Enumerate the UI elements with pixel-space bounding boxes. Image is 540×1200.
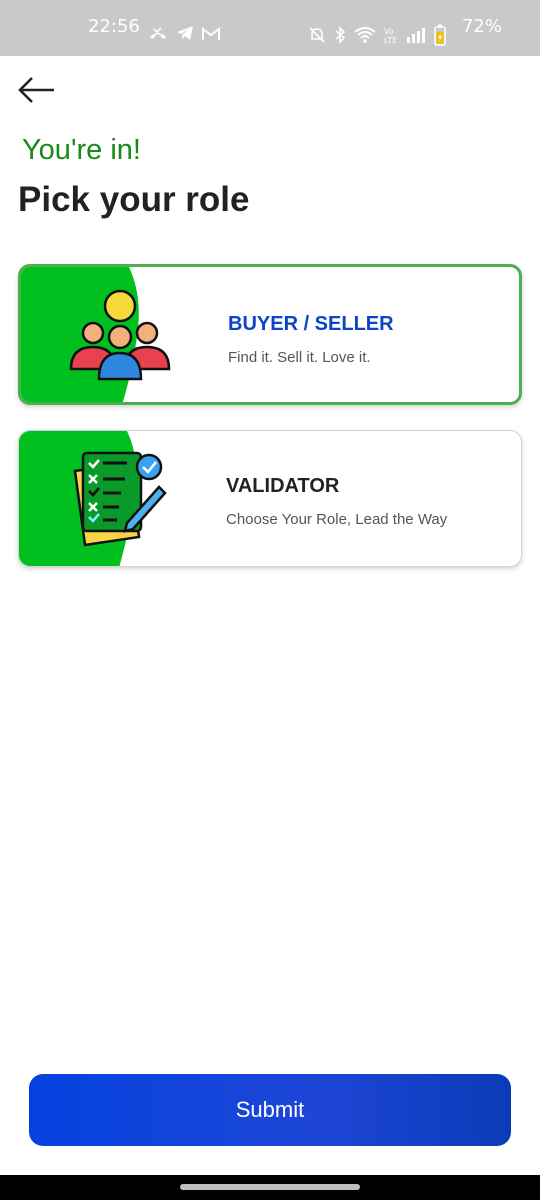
arrow-left-icon (16, 75, 56, 110)
wifi-icon (354, 27, 376, 47)
checklist-icon (69, 449, 169, 554)
svg-text:Vo: Vo (384, 27, 394, 36)
mute-icon (308, 26, 326, 48)
role-card-validator[interactable]: VALIDATOR Choose Your Role, Lead the Way (18, 430, 522, 567)
signal-icon (406, 27, 426, 47)
role-name: BUYER / SELLER (228, 313, 394, 335)
gmail-icon (202, 26, 220, 45)
role-description: Find it. Sell it. Love it. (228, 349, 371, 366)
home-gesture-handle[interactable] (180, 1184, 360, 1190)
battery-icon (434, 24, 446, 50)
back-button[interactable] (14, 72, 58, 112)
role-name: VALIDATOR (226, 475, 340, 497)
svg-text:LTE: LTE (384, 36, 397, 44)
role-card-buyer-seller[interactable]: BUYER / SELLER Find it. Sell it. Love it… (18, 264, 522, 405)
role-description: Choose Your Role, Lead the Way (226, 511, 448, 528)
missed-call-icon (148, 26, 168, 45)
page-title: Pick your role (18, 180, 250, 219)
navigation-bar (0, 1175, 540, 1200)
telegram-icon (176, 25, 194, 45)
status-time: 22:56 (88, 16, 140, 37)
battery-percent: 72% (461, 16, 502, 37)
people-group-icon (69, 289, 171, 388)
welcome-subtitle: You're in! (22, 134, 141, 166)
volte-icon: Vo LTE (384, 26, 398, 48)
status-bar: 22:56 Vo LTE 72% (0, 0, 540, 56)
submit-button[interactable]: Submit (29, 1074, 511, 1146)
bluetooth-icon (334, 26, 346, 48)
status-left-icons (148, 25, 220, 45)
status-right-icons: Vo LTE (308, 24, 446, 50)
